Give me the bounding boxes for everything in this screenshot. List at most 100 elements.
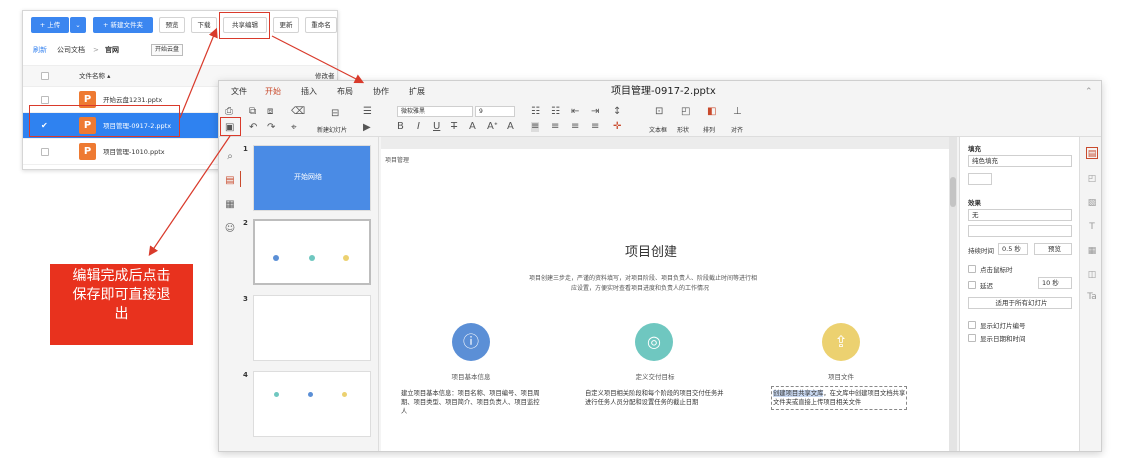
slide-subtitle-line1[interactable]: 项目创建三步走，严谨的资料填写，对项目阶段、项目负责人、阶段截止时间等进行相 — [529, 273, 757, 282]
thumb-dot — [343, 255, 349, 261]
paste-icon[interactable]: ⧈ — [267, 107, 273, 117]
menu-extensions[interactable]: 扩展 — [409, 81, 425, 103]
align-left-icon[interactable]: ≡ — [531, 122, 540, 132]
slide-settings-icon[interactable]: ▤ — [1086, 147, 1098, 159]
shape-icon[interactable]: ◰ — [681, 107, 690, 117]
fill-color-swatch[interactable] — [968, 173, 992, 185]
textbox-button[interactable]: 文本框 — [649, 125, 667, 134]
delay-input[interactable]: 10 秒 — [1038, 277, 1072, 289]
ribbon-toolbar: ⎙ ⧉ ⧈ ⌫ ▣ ↶ ↷ ⌖ ⊟ 新建幻灯片 ☰ ▶ 微软雅黑 9 B I U… — [219, 103, 1101, 137]
align-button[interactable]: 对齐 — [731, 125, 743, 134]
row-checkbox[interactable] — [41, 96, 49, 104]
scroll-thumb[interactable] — [950, 177, 956, 207]
slides-icon[interactable]: ▤ — [224, 175, 236, 187]
feature-desc[interactable]: 自定义项目相关阶段和每个阶段的项目交付任务并进行任务人员分配和设置任务的截止日期 — [585, 389, 725, 407]
slide-thumb-1[interactable]: 开始网络 — [253, 145, 371, 211]
delay-checkbox[interactable] — [968, 281, 976, 289]
new-folder-button[interactable]: + 新建文件夹 — [93, 17, 153, 33]
menu-collaborate[interactable]: 协作 — [373, 81, 389, 103]
menu-insert[interactable]: 插入 — [301, 81, 317, 103]
undo-icon[interactable]: ↶ — [249, 123, 257, 133]
italic-icon[interactable]: I — [417, 122, 420, 132]
menu-file[interactable]: 文件 — [231, 81, 247, 103]
upload-dropdown-button[interactable]: ⌄ — [70, 17, 86, 33]
font-size-select[interactable]: 9 — [475, 106, 515, 117]
shape-button[interactable]: 形状 — [677, 125, 689, 134]
click-checkbox[interactable] — [968, 265, 976, 273]
preview-button[interactable]: 预览 — [159, 17, 185, 33]
font-grow-icon[interactable]: Aᐩ — [487, 122, 498, 132]
slideshow-icon[interactable]: ▶ — [363, 123, 371, 133]
text-art-icon[interactable]: Ta — [1086, 291, 1098, 303]
rename-button[interactable]: 重命名 — [305, 17, 337, 33]
breadcrumb-website[interactable]: 官网 — [105, 41, 119, 59]
layout-icon[interactable]: ☰ — [363, 107, 372, 117]
indent-icon[interactable]: ⇤ — [571, 107, 579, 117]
menu-layout[interactable]: 布局 — [337, 81, 353, 103]
chart-settings-icon[interactable]: ◫ — [1086, 269, 1098, 281]
table-settings-icon[interactable]: ▦ — [1086, 245, 1098, 257]
bold-icon[interactable]: B — [397, 122, 404, 132]
copy-icon[interactable]: ⧉ — [249, 107, 256, 117]
print-icon[interactable]: ⎙ — [225, 107, 233, 117]
align-right-icon[interactable]: ≡ — [571, 122, 579, 132]
font-shrink-icon[interactable]: A — [507, 122, 514, 132]
slide-subtitle-line2[interactable]: 应设置，方便实时查看项目进度和负责人的工作情况 — [571, 283, 709, 292]
show-number-checkbox[interactable] — [968, 321, 976, 329]
text-settings-icon[interactable]: T — [1086, 221, 1098, 233]
shape-settings-icon[interactable]: ◰ — [1086, 173, 1098, 185]
slide[interactable]: 项目管理 项目创建 项目创建三步走，严谨的资料填写，对项目阶段、项目负责人、阶段… — [381, 149, 949, 451]
preview-button[interactable]: 预览 — [1034, 243, 1072, 255]
justify-icon[interactable]: ≡ — [591, 122, 599, 132]
comment-icon[interactable]: ☺ — [224, 223, 236, 235]
underline-icon[interactable]: U — [433, 122, 440, 132]
upload-button[interactable]: + 上传 — [31, 17, 69, 33]
refresh-link[interactable]: 刷新 — [33, 41, 47, 59]
thumb-dot — [273, 255, 279, 261]
font-name-select[interactable]: 微软雅黑 — [397, 106, 473, 117]
new-slide-button[interactable]: 新建幻灯片 — [317, 125, 347, 134]
breadcrumb-company-docs[interactable]: 公司文档 — [57, 41, 85, 59]
select-all-checkbox[interactable] — [41, 72, 49, 80]
slide-thumb-2[interactable] — [253, 219, 371, 285]
collapse-icon[interactable]: ⌃ — [1085, 81, 1093, 103]
feature-desc[interactable]: 创建项目共享文库，在文库中创建项目文档共享文件夹或直接上传项目相关文件 — [773, 389, 907, 407]
number-list-icon[interactable]: ☷ — [551, 107, 560, 117]
slide-thumb-3[interactable] — [253, 295, 371, 361]
effect-select[interactable]: 无 — [968, 209, 1072, 221]
redo-icon[interactable]: ↷ — [267, 123, 275, 133]
bullet-list-icon[interactable]: ☷ — [531, 107, 540, 117]
update-button[interactable]: 更新 — [273, 17, 299, 33]
new-slide-icon[interactable]: ⊟ — [331, 109, 339, 119]
duration-input[interactable]: 0.5 秒 — [998, 243, 1028, 255]
show-datetime-checkbox[interactable] — [968, 334, 976, 342]
download-button[interactable]: 下载 — [191, 17, 217, 33]
file-name[interactable]: 项目管理-1010.pptx — [103, 139, 165, 165]
slide-title[interactable]: 项目创建 — [625, 241, 677, 260]
align-center-icon[interactable]: ≡ — [551, 122, 559, 132]
apply-all-button[interactable]: 适用于所有幻灯片 — [968, 297, 1072, 309]
textbox-icon[interactable]: ⊡ — [655, 107, 663, 117]
outdent-icon[interactable]: ⇥ — [591, 107, 599, 117]
image-settings-icon[interactable]: ▧ — [1086, 197, 1098, 209]
column-name-header[interactable]: 文件名称 ▴ — [79, 66, 110, 86]
format-painter-icon[interactable]: ⌖ — [291, 123, 297, 133]
row-checkbox[interactable] — [41, 148, 49, 156]
align-objects-icon[interactable]: ⊥ — [733, 107, 742, 117]
fill-select[interactable]: 纯色填充 — [968, 155, 1072, 167]
strikethrough-icon[interactable]: T — [451, 122, 457, 132]
font-color-icon[interactable]: A — [469, 122, 476, 132]
arrange-button[interactable]: 排列 — [703, 125, 715, 134]
slide-thumb-4[interactable] — [253, 371, 371, 437]
line-spacing-icon[interactable]: ↕ — [613, 107, 621, 117]
selected-text[interactable]: 创建项目共享文库 — [773, 390, 824, 397]
search-icon[interactable]: ⌕ — [224, 151, 236, 163]
menu-home[interactable]: 开始 — [265, 81, 281, 105]
notes-icon[interactable]: ▦ — [224, 199, 236, 211]
vertical-align-icon[interactable]: ✛ — [613, 122, 621, 132]
feature-desc[interactable]: 建立项目基本信息：项目名称、项目编号、项目周期、项目类型、项目简介、项目负责人、… — [401, 389, 541, 416]
vertical-scrollbar[interactable] — [949, 137, 957, 451]
arrange-icon[interactable]: ◧ — [707, 107, 716, 117]
effect-option-select[interactable] — [968, 225, 1072, 237]
eraser-icon[interactable]: ⌫ — [291, 107, 305, 117]
